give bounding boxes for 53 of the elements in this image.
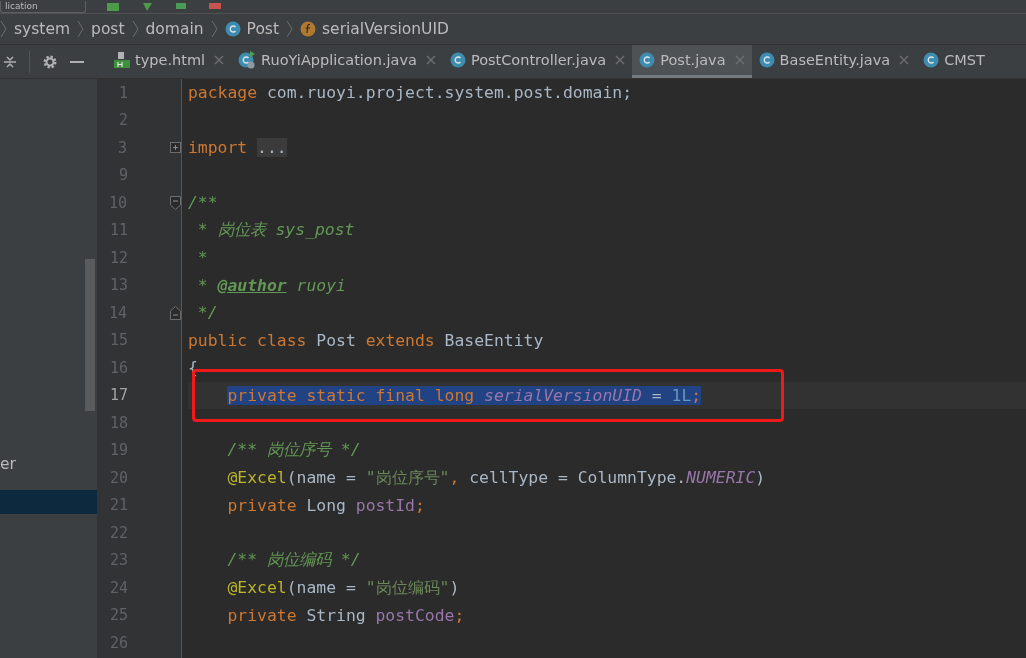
editor-tab[interactable]: CMST [916, 45, 992, 78]
fold-end-icon[interactable] [170, 305, 181, 320]
chevron-icon [131, 20, 139, 38]
chevron-icon [77, 20, 85, 38]
class-icon [449, 52, 466, 68]
breadcrumb-item[interactable]: post [91, 20, 125, 38]
close-icon[interactable] [425, 55, 436, 65]
close-icon[interactable] [734, 55, 745, 65]
code-line: import ... [188, 138, 287, 158]
runnable-class-icon [238, 51, 257, 69]
close-icon[interactable] [615, 55, 626, 65]
field-icon [300, 21, 317, 37]
code-line: private Long postId; [227, 495, 425, 515]
code-line: @Excel(name = "岗位编码") [227, 576, 460, 599]
chevron-icon [210, 20, 218, 38]
collapse-icon[interactable] [3, 54, 17, 69]
code-line: package com.ruoyi.project.system.post.domain; [188, 83, 633, 103]
class-icon [224, 21, 241, 37]
run-configuration-field[interactable]: lication [0, 1, 86, 13]
code-line: * @author ruoyi [196, 275, 346, 295]
editor-tab[interactable]: BaseEntity.java [751, 45, 917, 78]
class-icon [758, 52, 775, 68]
breadcrumb-item[interactable]: Post [224, 20, 280, 38]
code-line: * [196, 248, 208, 268]
breadcrumb-item[interactable]: system [14, 20, 71, 38]
editor-tab[interactable]: type.html [107, 45, 232, 78]
chevron-icon [0, 20, 7, 38]
class-icon [923, 52, 940, 68]
code-line: /** [188, 193, 218, 213]
chevron-icon [286, 20, 294, 38]
editor-tab[interactable]: Post.java [632, 45, 752, 78]
breadcrumb-item[interactable]: serialVersionUID [300, 20, 449, 38]
code-line: private String postCode; [227, 605, 465, 625]
scrollbar-thumb[interactable] [85, 259, 95, 411]
line-number: 17 [108, 386, 128, 405]
code-line: public class Post extends BaseEntity [188, 330, 544, 350]
editor-tab[interactable]: RuoYiApplication.java [231, 45, 443, 78]
code-line: private static final long serialVersionUID = 1L; [227, 385, 702, 405]
html-file-icon [114, 52, 130, 68]
editor-tab[interactable]: PostController.java [442, 45, 633, 78]
code-line: /** 岗位序号 */ [227, 439, 361, 462]
close-icon[interactable] [899, 55, 910, 65]
breadcrumb-item[interactable]: domain [145, 20, 204, 38]
class-icon [639, 52, 656, 68]
code-line: * 岗位表 sys_post [196, 219, 355, 242]
code-line: /** 岗位编码 */ [227, 549, 361, 572]
close-icon[interactable] [214, 55, 225, 65]
collapse-fold-icon[interactable] [170, 195, 181, 210]
tree-row[interactable]: er [0, 452, 84, 476]
code-line: */ [196, 303, 218, 323]
expand-fold-icon[interactable] [170, 142, 181, 154]
settings-icon[interactable] [42, 53, 58, 70]
code-line: @Excel(name = "岗位序号", cellType = ColumnType.NUMERIC) [227, 466, 766, 489]
